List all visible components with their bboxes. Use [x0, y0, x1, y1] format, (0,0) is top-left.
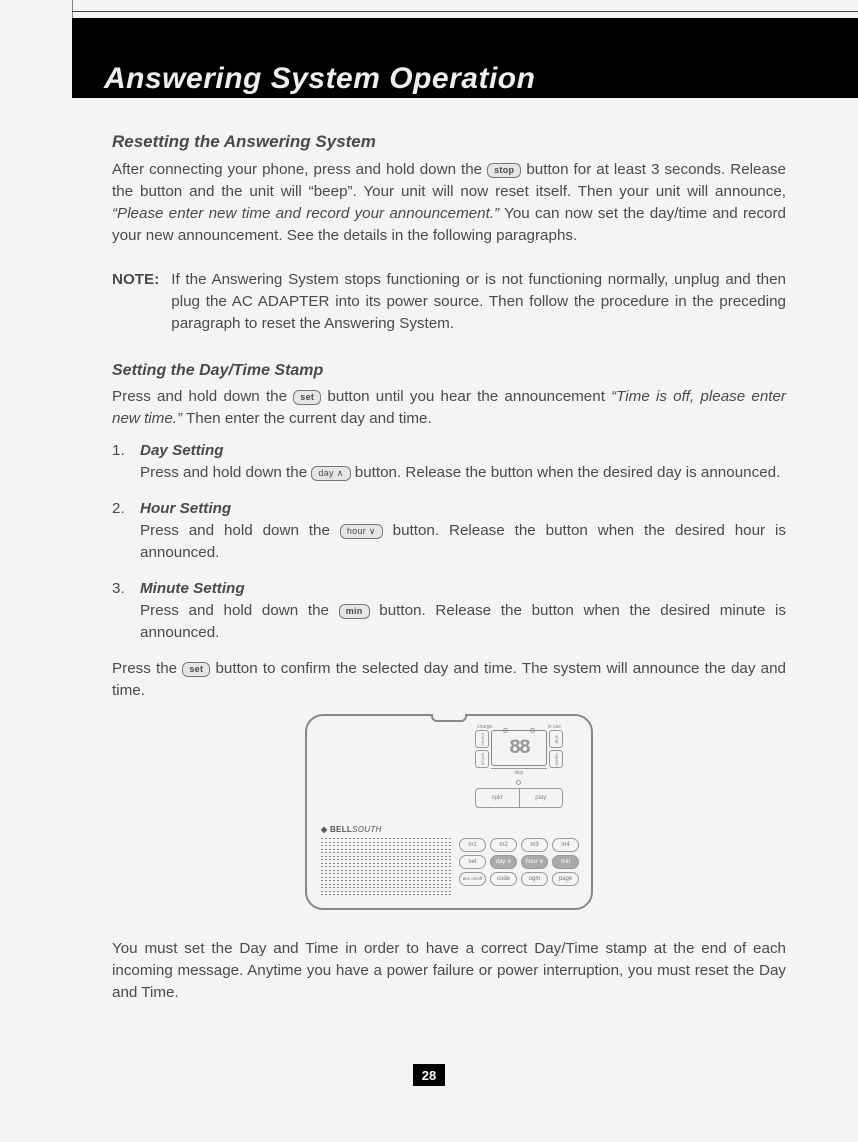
day-button: day ∧ — [490, 855, 517, 869]
ogm-button: ogm — [521, 872, 548, 886]
button-grid: m1 m2 m3 m4 set day ∧ hour ∨ min ans on/… — [459, 838, 579, 886]
lcd-display: 88 — [491, 730, 547, 766]
text: button. Release the button when the desi… — [355, 464, 781, 481]
m3-button: m3 — [521, 838, 548, 852]
skip-label: skip — [491, 768, 547, 777]
m1-button: m1 — [459, 838, 486, 852]
page-button: page — [552, 872, 579, 886]
device-body: ◆ BELLSOUTH charge in use memo annce — [305, 714, 593, 910]
m2-button: m2 — [490, 838, 517, 852]
steps-list: 1. Day Setting Press and hold down the d… — [112, 440, 786, 644]
brand-thin: SOUTH — [352, 825, 382, 834]
led-icon — [516, 780, 521, 785]
note-block: NOTE: If the Answering System stops func… — [112, 269, 786, 335]
answering-machine-illustration: ◆ BELLSOUTH charge in use memo annce — [299, 706, 599, 916]
step-1: 1. Day Setting Press and hold down the d… — [112, 440, 786, 484]
chapter-title: Answering System Operation — [104, 62, 535, 96]
text: Press and hold down the — [112, 388, 293, 405]
step-num: 2. — [112, 498, 130, 564]
ans-onoff-button: ans on/off — [459, 872, 486, 886]
brand-bold: BELL — [330, 825, 352, 834]
text: Press and hold down the — [140, 602, 339, 619]
step-3: 3. Minute Setting Press and hold down th… — [112, 578, 786, 644]
para-confirm: Press the set button to confirm the sele… — [112, 658, 786, 702]
control-panel: charge in use memo annce stop repeat 88 … — [457, 730, 581, 830]
stop-button-icon: stop — [487, 163, 521, 178]
text: button until you hear the announcement — [327, 388, 611, 405]
play-button: play — [520, 789, 563, 807]
note-label: NOTE: — [112, 269, 159, 335]
stop-button: stop — [549, 730, 563, 748]
step-2: 2. Hour Setting Press and hold down the … — [112, 498, 786, 564]
text: Press the — [112, 660, 182, 677]
page-number: 28 — [413, 1064, 445, 1086]
step-num: 1. — [112, 440, 130, 484]
closing-paragraph: You must set the Day and Time in order t… — [112, 938, 786, 1004]
code-button: code — [490, 872, 517, 886]
para-daytime: Press and hold down the set button until… — [112, 386, 786, 430]
annce-button: annce — [475, 750, 489, 768]
memo-button: memo — [475, 730, 489, 748]
text: button to confirm the selected day and t… — [112, 660, 786, 699]
crop-mark-horizontal — [72, 11, 858, 12]
device-notch — [431, 714, 467, 722]
brand-logo: ◆ BELLSOUTH — [321, 824, 382, 836]
set-button-icon: set — [182, 662, 210, 677]
set-button: set — [459, 855, 486, 869]
heading-resetting: Resetting the Answering System — [112, 130, 786, 155]
step-title: Day Setting — [140, 440, 786, 462]
crop-mark-vertical — [72, 0, 73, 18]
day-button-icon: day ∧ — [311, 466, 350, 481]
repeat-button: repeat — [549, 750, 563, 768]
heading-daytime: Setting the Day/Time Stamp — [112, 359, 786, 382]
lcd-digits: 88 — [509, 734, 529, 763]
hour-button: hour ∨ — [521, 855, 548, 869]
min-button-icon: min — [339, 604, 370, 619]
para-reset: After connecting your phone, press and h… — [112, 159, 786, 247]
text: After connecting your phone, press and h… — [112, 161, 487, 178]
step-num: 3. — [112, 578, 130, 644]
device-figure: ◆ BELLSOUTH charge in use memo annce — [112, 706, 786, 916]
text: Press and hold down the — [140, 522, 340, 539]
main-content: Resetting the Answering System After con… — [112, 130, 786, 1005]
text: Then enter the current day and time. — [186, 410, 432, 427]
m4-button: m4 — [552, 838, 579, 852]
note-text: If the Answering System stops functionin… — [171, 269, 786, 335]
min-button: min — [552, 855, 579, 869]
spkr-button: spkr — [476, 789, 519, 807]
text: Press and hold down the — [140, 464, 311, 481]
step-title: Hour Setting — [140, 498, 786, 520]
announcement-quote: “Please enter new time and record your a… — [112, 205, 499, 222]
spkr-play-row: spkr play — [475, 788, 563, 808]
hour-button-icon: hour ∨ — [340, 524, 383, 539]
speaker-grille — [321, 838, 451, 895]
set-button-icon: set — [293, 390, 321, 405]
step-title: Minute Setting — [140, 578, 786, 600]
